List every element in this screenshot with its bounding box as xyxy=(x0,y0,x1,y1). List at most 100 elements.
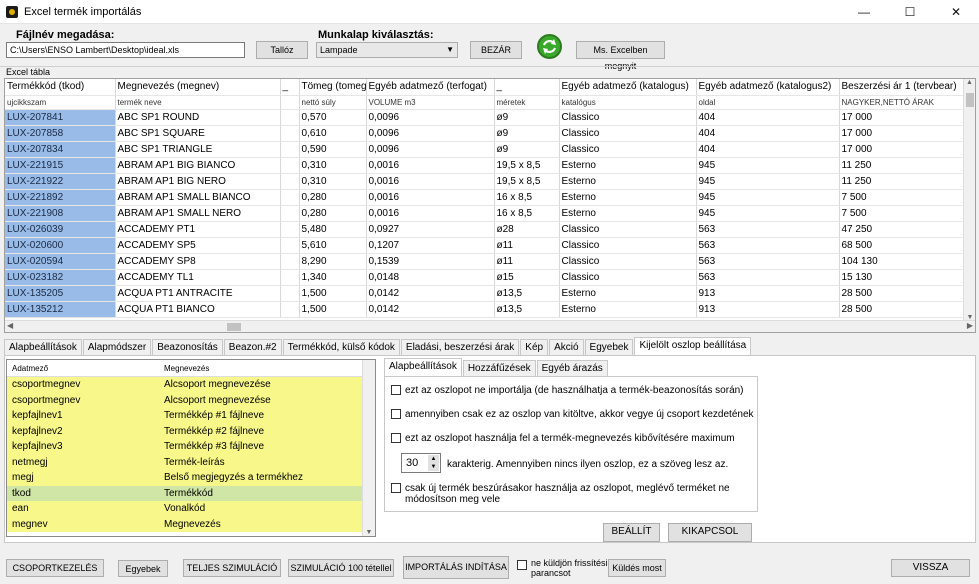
table-cell[interactable]: 404 xyxy=(696,141,840,158)
table-cell[interactable]: ABRAM AP1 BIG BIANCO xyxy=(115,157,281,174)
table-row[interactable]: LUX-207841 ABC SP1 ROUND 0,570 0,0096 ø9 Clas… xyxy=(5,109,966,126)
table-cell[interactable]: LUX-207834 xyxy=(5,141,116,158)
table-cell[interactable]: ABRAM AP1 SMALL NERO xyxy=(115,205,281,222)
scroll-left-icon[interactable]: ◀ xyxy=(7,321,13,330)
table-cell[interactable]: 563 xyxy=(696,221,840,238)
table-cell[interactable] xyxy=(280,141,300,158)
table-cell[interactable] xyxy=(280,253,300,270)
table-cell[interactable]: 47 250 xyxy=(839,221,966,238)
table-cell[interactable] xyxy=(280,285,300,302)
table-cell[interactable]: 17 000 xyxy=(839,109,966,126)
table-cell[interactable]: 16 x 8,5 xyxy=(494,205,560,222)
table-cell[interactable] xyxy=(280,269,300,286)
new-group-checkbox[interactable] xyxy=(391,409,401,420)
table-cell[interactable]: 0,570 xyxy=(299,109,367,126)
table-cell[interactable]: 913 xyxy=(696,285,840,302)
no-import-checkbox[interactable] xyxy=(391,385,401,396)
list-item[interactable]: kepfajlnev1 Termékkép #1 fájlneve xyxy=(7,408,375,424)
table-row[interactable]: LUX-221908 ABRAM AP1 SMALL NERO 0,280 0,001… xyxy=(5,205,966,222)
table-row[interactable]: LUX-221915 ABRAM AP1 BIG BIANCO 0,310 0,001… xyxy=(5,157,966,174)
table-cell[interactable] xyxy=(280,109,300,126)
table-cell[interactable]: 913 xyxy=(696,301,840,318)
column-header[interactable]: _ xyxy=(280,79,300,96)
table-cell[interactable]: 5,480 xyxy=(299,221,367,238)
table-cell[interactable] xyxy=(280,173,300,190)
maximize-button[interactable]: ☐ xyxy=(887,0,933,24)
list-item[interactable]: megnev Megnevezés xyxy=(7,517,375,533)
table-cell[interactable]: 0,310 xyxy=(299,173,367,190)
main-tab[interactable]: Kijelölt oszlop beállítása xyxy=(634,337,752,356)
table-cell[interactable]: ABRAM AP1 SMALL BIANCO xyxy=(115,189,281,206)
excel-table[interactable]: Termékkód (tkod) Megnevezés (megnev) _ Töme… xyxy=(4,78,976,333)
field-list-scroll-down-icon[interactable]: ▼ xyxy=(363,529,375,536)
table-row[interactable]: LUX-026039 ACCADEMY PT1 5,480 0,0927 ø28 Clas… xyxy=(5,221,966,238)
table-cell[interactable]: Classico xyxy=(559,141,697,158)
data-grid[interactable]: Termékkód (tkod) Megnevezés (megnev) _ Töme… xyxy=(5,79,966,318)
column-header[interactable]: Megnevezés (megnev) xyxy=(115,79,281,96)
table-cell[interactable]: 5,610 xyxy=(299,237,367,254)
table-cell[interactable]: ABC SP1 ROUND xyxy=(115,109,281,126)
table-cell[interactable]: 563 xyxy=(696,269,840,286)
table-cell[interactable]: Esterno xyxy=(559,189,697,206)
table-row[interactable]: LUX-135212 ACQUA PT1 BIANCO 1,500 0,0142 ø13… xyxy=(5,301,966,318)
close-file-button[interactable]: BEZÁR xyxy=(470,41,522,59)
table-cell[interactable]: ø11 xyxy=(494,237,560,254)
main-tab[interactable]: Alapmódszer xyxy=(82,339,152,356)
only-new-checkbox[interactable] xyxy=(391,483,401,493)
table-cell[interactable]: 0,0096 xyxy=(366,141,495,158)
table-row[interactable]: LUX-207858 ABC SP1 SQUARE 0,610 0,0096 ø9 Cla… xyxy=(5,125,966,142)
main-tab[interactable]: Eladási, beszerzési árak xyxy=(400,339,520,356)
table-row[interactable]: LUX-023182 ACCADEMY TL1 1,340 0,0148 ø15 Clas… xyxy=(5,269,966,286)
table-cell[interactable]: 28 500 xyxy=(839,285,966,302)
main-tab[interactable]: Beazon.#2 xyxy=(223,339,282,356)
table-cell[interactable]: LUX-020600 xyxy=(5,237,116,254)
column-header[interactable]: Egyéb adatmező (katalogus) xyxy=(559,79,697,96)
table-cell[interactable]: 0,0016 xyxy=(366,205,495,222)
table-cell[interactable]: 0,0142 xyxy=(366,301,495,318)
table-cell[interactable]: LUX-135205 xyxy=(5,285,116,302)
table-cell[interactable]: ø9 xyxy=(494,109,560,126)
table-cell[interactable]: 0,0927 xyxy=(366,221,495,238)
main-tab[interactable]: Alapbeállítások xyxy=(4,339,82,356)
column-header[interactable]: Egyéb adatmező (terfogat) xyxy=(366,79,495,96)
table-cell[interactable]: 945 xyxy=(696,189,840,206)
table-cell[interactable]: 563 xyxy=(696,253,840,270)
table-cell[interactable]: 15 130 xyxy=(839,269,966,286)
table-cell[interactable]: ACQUA PT1 BIANCO xyxy=(115,301,281,318)
group-management-button[interactable]: CSOPORTKEZELÉS xyxy=(6,559,104,577)
table-cell[interactable]: ABC SP1 TRIANGLE xyxy=(115,141,281,158)
table-cell[interactable]: Esterno xyxy=(559,285,697,302)
table-cell[interactable]: Esterno xyxy=(559,157,697,174)
no-refresh-option[interactable]: ne küldjön frissítési parancsot xyxy=(517,558,608,578)
column-header[interactable]: Tömeg (tomeg) xyxy=(299,79,367,96)
table-cell[interactable]: Esterno xyxy=(559,173,697,190)
table-cell[interactable]: 11 250 xyxy=(839,173,966,190)
send-now-button[interactable]: Küldés most xyxy=(608,559,666,577)
table-row[interactable]: LUX-020594 ACCADEMY SP8 8,290 0,1539 ø11 Clas… xyxy=(5,253,966,270)
spin-down-icon[interactable]: ▼ xyxy=(428,463,439,471)
set-button[interactable]: BEÁLLÍT xyxy=(603,523,660,542)
field-list-scrollbar[interactable]: ▼ xyxy=(362,360,375,536)
column-header[interactable]: _ xyxy=(494,79,560,96)
table-cell[interactable]: ø11 xyxy=(494,253,560,270)
table-cell[interactable]: LUX-207841 xyxy=(5,109,116,126)
main-tab[interactable]: Egyebek xyxy=(584,339,634,356)
start-import-button[interactable]: IMPORTÁLÁS INDÍTÁSA xyxy=(403,556,509,579)
table-cell[interactable]: 945 xyxy=(696,173,840,190)
column-header[interactable]: Termékkód (tkod) xyxy=(5,79,116,96)
list-item[interactable]: csoportmegnev Alcsoport megnevezése xyxy=(7,377,375,393)
list-item[interactable]: csoportmegnev Alcsoport megnevezése xyxy=(7,393,375,409)
table-cell[interactable]: 945 xyxy=(696,205,840,222)
table-cell[interactable]: Classico xyxy=(559,253,697,270)
table-cell[interactable]: 104 130 xyxy=(839,253,966,270)
table-cell[interactable]: Esterno xyxy=(559,301,697,318)
table-cell[interactable]: LUX-023182 xyxy=(5,269,116,286)
extend-name-checkbox[interactable] xyxy=(391,433,401,444)
table-cell[interactable]: 0,0096 xyxy=(366,109,495,126)
table-cell[interactable]: Esterno xyxy=(559,205,697,222)
vertical-scrollbar[interactable]: ▲ ▼ xyxy=(963,79,975,321)
table-cell[interactable]: 0,0142 xyxy=(366,285,495,302)
browse-button[interactable]: Tallóz xyxy=(256,41,308,59)
table-cell[interactable]: 1,500 xyxy=(299,285,367,302)
table-cell[interactable]: 0,280 xyxy=(299,205,367,222)
